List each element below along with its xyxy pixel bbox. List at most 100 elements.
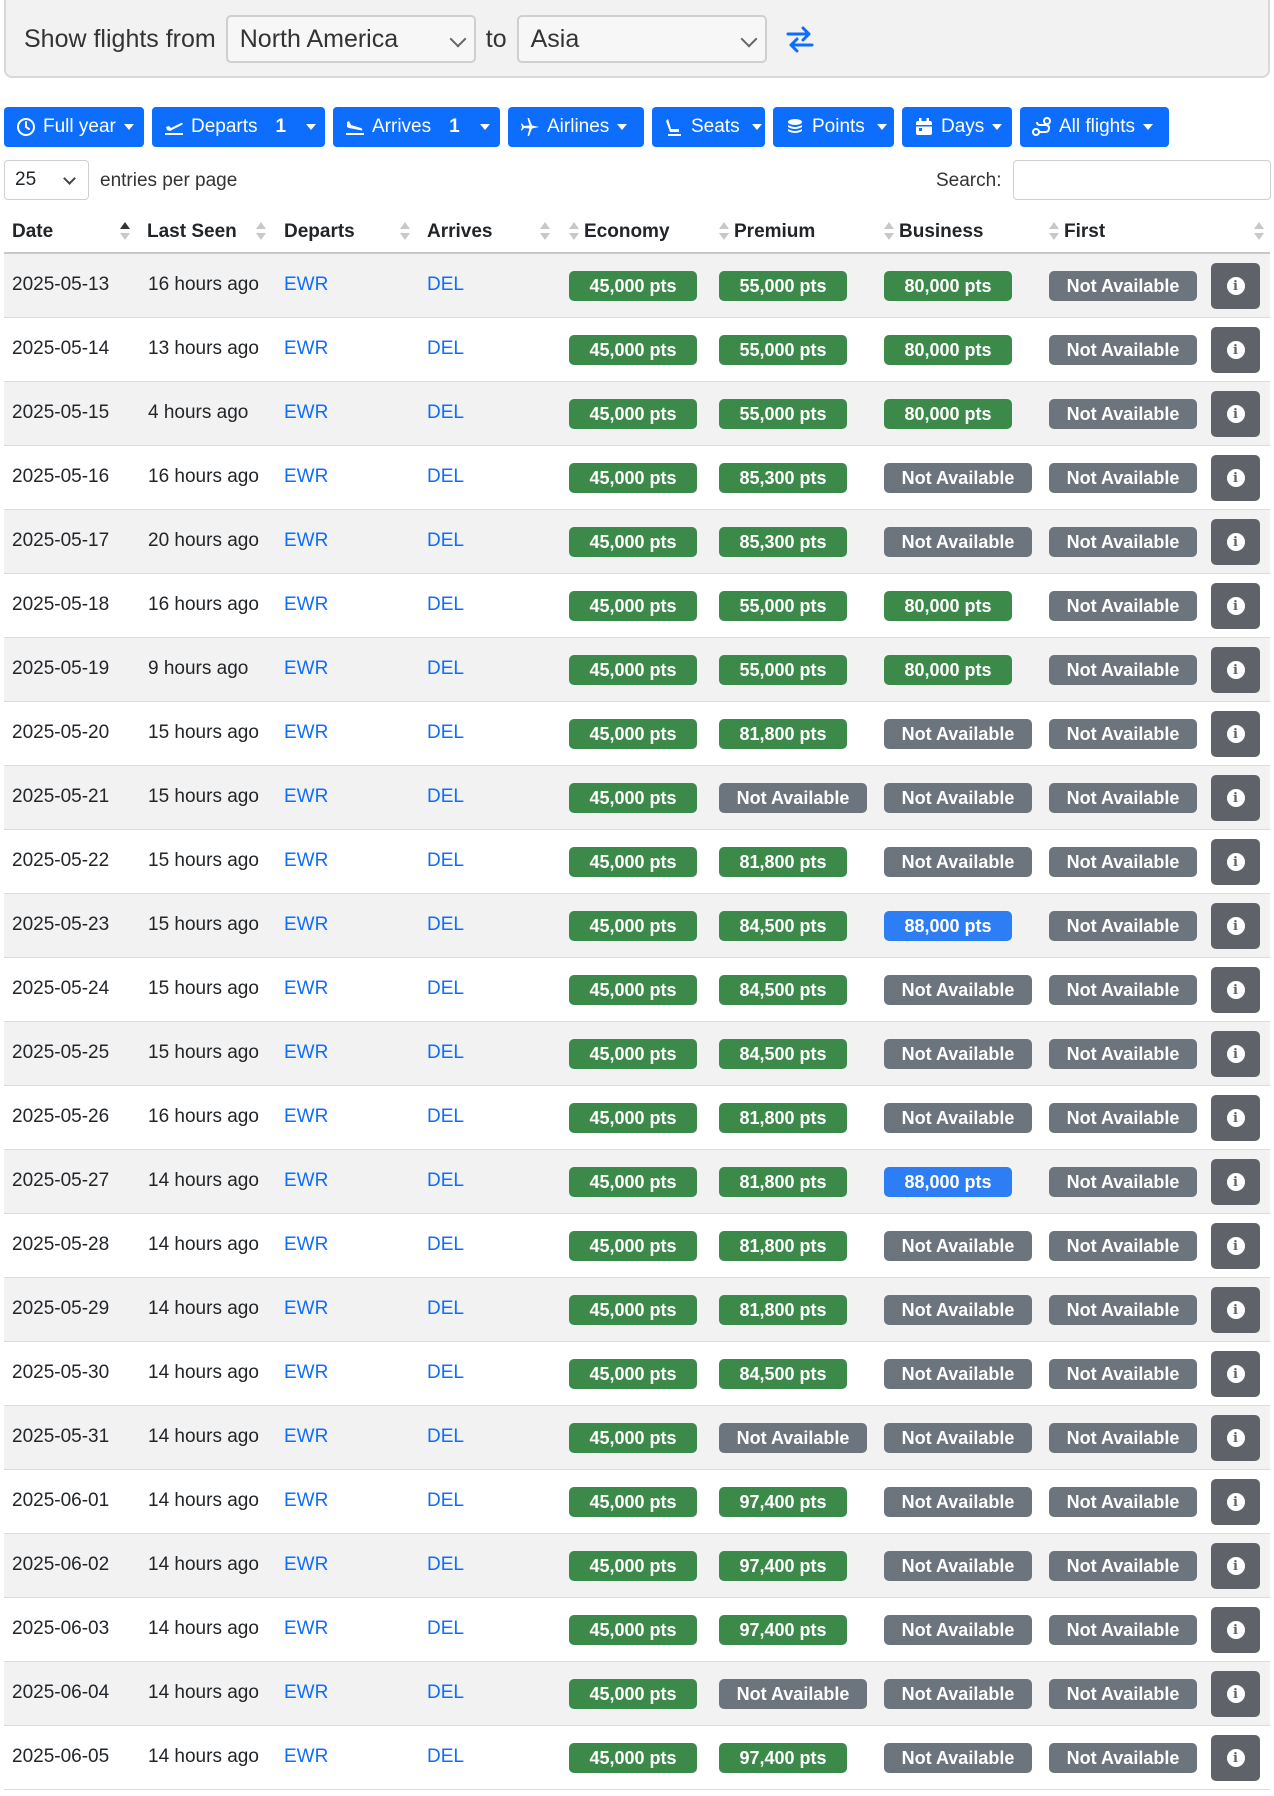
flight-info-button[interactable]: i — [1211, 263, 1260, 309]
flight-info-button[interactable]: i — [1211, 903, 1260, 949]
column-header-first[interactable]: First — [1064, 212, 1105, 252]
business-award-badge[interactable]: Not Available — [884, 719, 1032, 749]
departs-airport-link[interactable]: EWR — [284, 466, 328, 488]
business-award-badge[interactable]: 80,000 pts — [884, 655, 1012, 685]
first-award-badge[interactable]: Not Available — [1049, 591, 1197, 621]
economy-award-badge[interactable]: 45,000 pts — [569, 271, 697, 301]
arrives-airport-link[interactable]: DEL — [427, 850, 464, 872]
departs-airport-link[interactable]: EWR — [284, 658, 328, 680]
economy-award-badge[interactable]: 45,000 pts — [569, 591, 697, 621]
flight-info-button[interactable]: i — [1211, 1415, 1260, 1461]
business-award-badge[interactable]: Not Available — [884, 1231, 1032, 1261]
business-award-badge[interactable]: Not Available — [884, 1423, 1032, 1453]
economy-award-badge[interactable]: 45,000 pts — [569, 1103, 697, 1133]
departs-airport-link[interactable]: EWR — [284, 1746, 328, 1768]
flight-info-button[interactable]: i — [1211, 1351, 1260, 1397]
airlines-filter-button[interactable]: Airlines — [508, 107, 644, 147]
premium-award-badge[interactable]: 84,500 pts — [719, 1039, 847, 1069]
premium-award-badge[interactable]: 97,400 pts — [719, 1551, 847, 1581]
flight-info-button[interactable]: i — [1211, 391, 1260, 437]
seats-filter-button[interactable]: Seats — [652, 107, 765, 147]
flight-info-button[interactable]: i — [1211, 1031, 1260, 1077]
flight-info-button[interactable]: i — [1211, 1095, 1260, 1141]
departs-airport-link[interactable]: EWR — [284, 402, 328, 424]
arrives-airport-link[interactable]: DEL — [427, 338, 464, 360]
arrives-airport-link[interactable]: DEL — [427, 402, 464, 424]
first-award-badge[interactable]: Not Available — [1049, 975, 1197, 1005]
premium-award-badge[interactable]: 84,500 pts — [719, 975, 847, 1005]
flight-info-button[interactable]: i — [1211, 327, 1260, 373]
column-header-economy[interactable]: Economy — [584, 212, 670, 252]
flight-info-button[interactable]: i — [1211, 583, 1260, 629]
first-award-badge[interactable]: Not Available — [1049, 463, 1197, 493]
premium-award-badge[interactable]: 81,800 pts — [719, 1167, 847, 1197]
departs-airport-link[interactable]: EWR — [284, 338, 328, 360]
business-award-badge[interactable]: 80,000 pts — [884, 591, 1012, 621]
premium-award-badge[interactable]: Not Available — [719, 1679, 867, 1709]
flight-info-button[interactable]: i — [1211, 519, 1260, 565]
destination-region-select[interactable]: Asia — [516, 15, 767, 63]
arrives-airport-link[interactable]: DEL — [427, 978, 464, 1000]
economy-award-badge[interactable]: 45,000 pts — [569, 1039, 697, 1069]
swap-arrows-icon[interactable] — [785, 24, 815, 54]
premium-award-badge[interactable]: 97,400 pts — [719, 1743, 847, 1773]
full-year-filter-button[interactable]: Full year — [4, 107, 144, 147]
first-award-badge[interactable]: Not Available — [1049, 1487, 1197, 1517]
departs-airport-link[interactable]: EWR — [284, 1490, 328, 1512]
first-award-badge[interactable]: Not Available — [1049, 1551, 1197, 1581]
departs-airport-link[interactable]: EWR — [284, 786, 328, 808]
business-award-badge[interactable]: Not Available — [884, 1487, 1032, 1517]
flight-info-button[interactable]: i — [1211, 1543, 1260, 1589]
economy-award-badge[interactable]: 45,000 pts — [569, 1423, 697, 1453]
economy-award-badge[interactable]: 45,000 pts — [569, 1359, 697, 1389]
first-award-badge[interactable]: Not Available — [1049, 527, 1197, 557]
business-award-badge[interactable]: Not Available — [884, 975, 1032, 1005]
arrives-airport-link[interactable]: DEL — [427, 1362, 464, 1384]
economy-award-badge[interactable]: 45,000 pts — [569, 655, 697, 685]
economy-award-badge[interactable]: 45,000 pts — [569, 911, 697, 941]
business-award-badge[interactable]: Not Available — [884, 1679, 1032, 1709]
arrives-airport-link[interactable]: DEL — [427, 530, 464, 552]
first-award-badge[interactable]: Not Available — [1049, 1103, 1197, 1133]
premium-award-badge[interactable]: 97,400 pts — [719, 1615, 847, 1645]
column-header-arrives[interactable]: Arrives — [427, 212, 493, 252]
business-award-badge[interactable]: Not Available — [884, 527, 1032, 557]
departs-airport-link[interactable]: EWR — [284, 1682, 328, 1704]
departs-airport-link[interactable]: EWR — [284, 274, 328, 296]
arrives-airport-link[interactable]: DEL — [427, 1618, 464, 1640]
economy-award-badge[interactable]: 45,000 pts — [569, 527, 697, 557]
premium-award-badge[interactable]: 55,000 pts — [719, 655, 847, 685]
first-award-badge[interactable]: Not Available — [1049, 847, 1197, 877]
premium-award-badge[interactable]: 85,300 pts — [719, 527, 847, 557]
premium-award-badge[interactable]: 55,000 pts — [719, 591, 847, 621]
arrives-airport-link[interactable]: DEL — [427, 274, 464, 296]
first-award-badge[interactable]: Not Available — [1049, 1743, 1197, 1773]
flight-info-button[interactable]: i — [1211, 1735, 1260, 1781]
business-award-badge[interactable]: 88,000 pts — [884, 1167, 1012, 1197]
premium-award-badge[interactable]: 81,800 pts — [719, 1295, 847, 1325]
economy-award-badge[interactable]: 45,000 pts — [569, 1231, 697, 1261]
premium-award-badge[interactable]: Not Available — [719, 1423, 867, 1453]
business-award-badge[interactable]: Not Available — [884, 1615, 1032, 1645]
origin-region-select[interactable]: North America — [225, 15, 476, 63]
economy-award-badge[interactable]: 45,000 pts — [569, 783, 697, 813]
departs-airport-link[interactable]: EWR — [284, 1554, 328, 1576]
first-award-badge[interactable]: Not Available — [1049, 1615, 1197, 1645]
arrives-airport-link[interactable]: DEL — [427, 1682, 464, 1704]
departs-airport-link[interactable]: EWR — [284, 978, 328, 1000]
entries-per-page-select[interactable]: 25 — [4, 160, 89, 200]
first-award-badge[interactable]: Not Available — [1049, 1423, 1197, 1453]
departs-airport-link[interactable]: EWR — [284, 1618, 328, 1640]
premium-award-badge[interactable]: 81,800 pts — [719, 719, 847, 749]
economy-award-badge[interactable]: 45,000 pts — [569, 335, 697, 365]
economy-award-badge[interactable]: 45,000 pts — [569, 975, 697, 1005]
business-award-badge[interactable]: 80,000 pts — [884, 271, 1012, 301]
economy-award-badge[interactable]: 45,000 pts — [569, 1551, 697, 1581]
first-award-badge[interactable]: Not Available — [1049, 655, 1197, 685]
arrives-airport-link[interactable]: DEL — [427, 658, 464, 680]
departs-filter-button[interactable]: Departs 1 — [152, 107, 325, 147]
flight-info-button[interactable]: i — [1211, 1223, 1260, 1269]
arrives-airport-link[interactable]: DEL — [427, 466, 464, 488]
column-header-premium[interactable]: Premium — [734, 212, 815, 252]
premium-award-badge[interactable]: 84,500 pts — [719, 1359, 847, 1389]
